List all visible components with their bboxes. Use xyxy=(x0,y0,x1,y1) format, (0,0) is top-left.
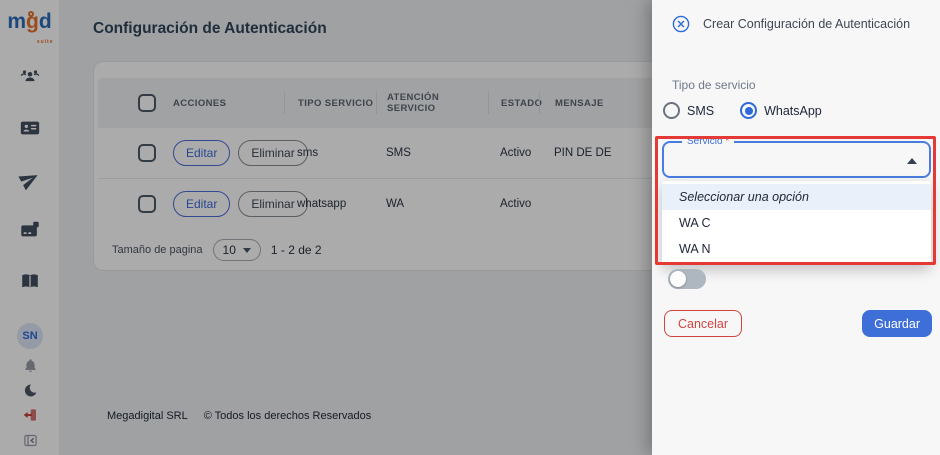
drawer-header: Crear Configuración de Autenticación xyxy=(652,0,940,33)
service-type-radio-group: SMS WhatsApp xyxy=(663,102,822,119)
chevron-up-icon xyxy=(907,158,917,164)
status-toggle[interactable] xyxy=(668,269,706,289)
tipo-de-servicio-label: Tipo de servicio xyxy=(672,78,756,92)
save-button[interactable]: Guardar xyxy=(862,310,932,337)
radio-sms-label[interactable]: SMS xyxy=(687,104,714,118)
servicio-select[interactable]: Servicio * xyxy=(662,141,931,178)
app-root: mgd suite SN xyxy=(0,0,940,455)
radio-sms[interactable] xyxy=(663,102,680,119)
required-asterisk: * xyxy=(725,136,729,147)
servicio-options-menu: Seleccionar una opción WA C WA N xyxy=(662,181,931,265)
radio-whatsapp-label[interactable]: WhatsApp xyxy=(764,104,822,118)
create-auth-config-drawer: Crear Configuración de Autenticación Tip… xyxy=(652,0,940,455)
cancel-button[interactable]: Cancelar xyxy=(664,310,742,337)
toggle-knob xyxy=(670,271,686,287)
servicio-select-label: Servicio * xyxy=(682,136,734,147)
close-icon[interactable] xyxy=(672,15,690,33)
option-wa-n[interactable]: WA N xyxy=(662,236,931,262)
drawer-title: Crear Configuración de Autenticación xyxy=(703,17,910,31)
option-placeholder[interactable]: Seleccionar una opción xyxy=(662,184,931,210)
option-wa-c[interactable]: WA C xyxy=(662,210,931,236)
radio-whatsapp[interactable] xyxy=(740,102,757,119)
